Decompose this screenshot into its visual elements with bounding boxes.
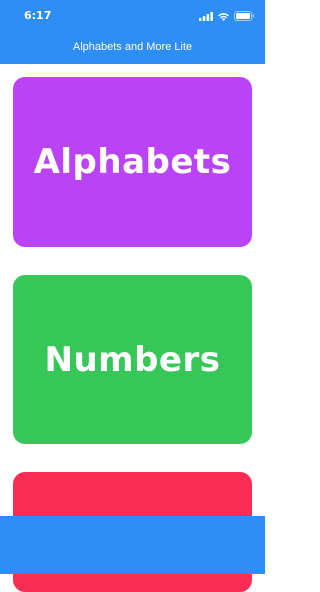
bottom-bar xyxy=(0,516,265,574)
wifi-icon xyxy=(217,6,230,25)
nav-title: Alphabets and More Lite xyxy=(72,41,193,53)
alphabets-card-label: Alphabets xyxy=(33,142,232,182)
status-bar: 6:17 xyxy=(0,0,265,32)
cellular-signal-icon xyxy=(199,6,213,25)
navigation-bar: Alphabets and More Lite xyxy=(0,32,265,64)
status-time: 6:17 xyxy=(24,9,52,22)
status-icons xyxy=(195,10,255,21)
battery-icon xyxy=(234,6,255,25)
numbers-card[interactable]: Numbers xyxy=(13,275,252,444)
alphabets-card[interactable]: Alphabets xyxy=(13,77,252,247)
numbers-card-label: Numbers xyxy=(44,339,221,380)
